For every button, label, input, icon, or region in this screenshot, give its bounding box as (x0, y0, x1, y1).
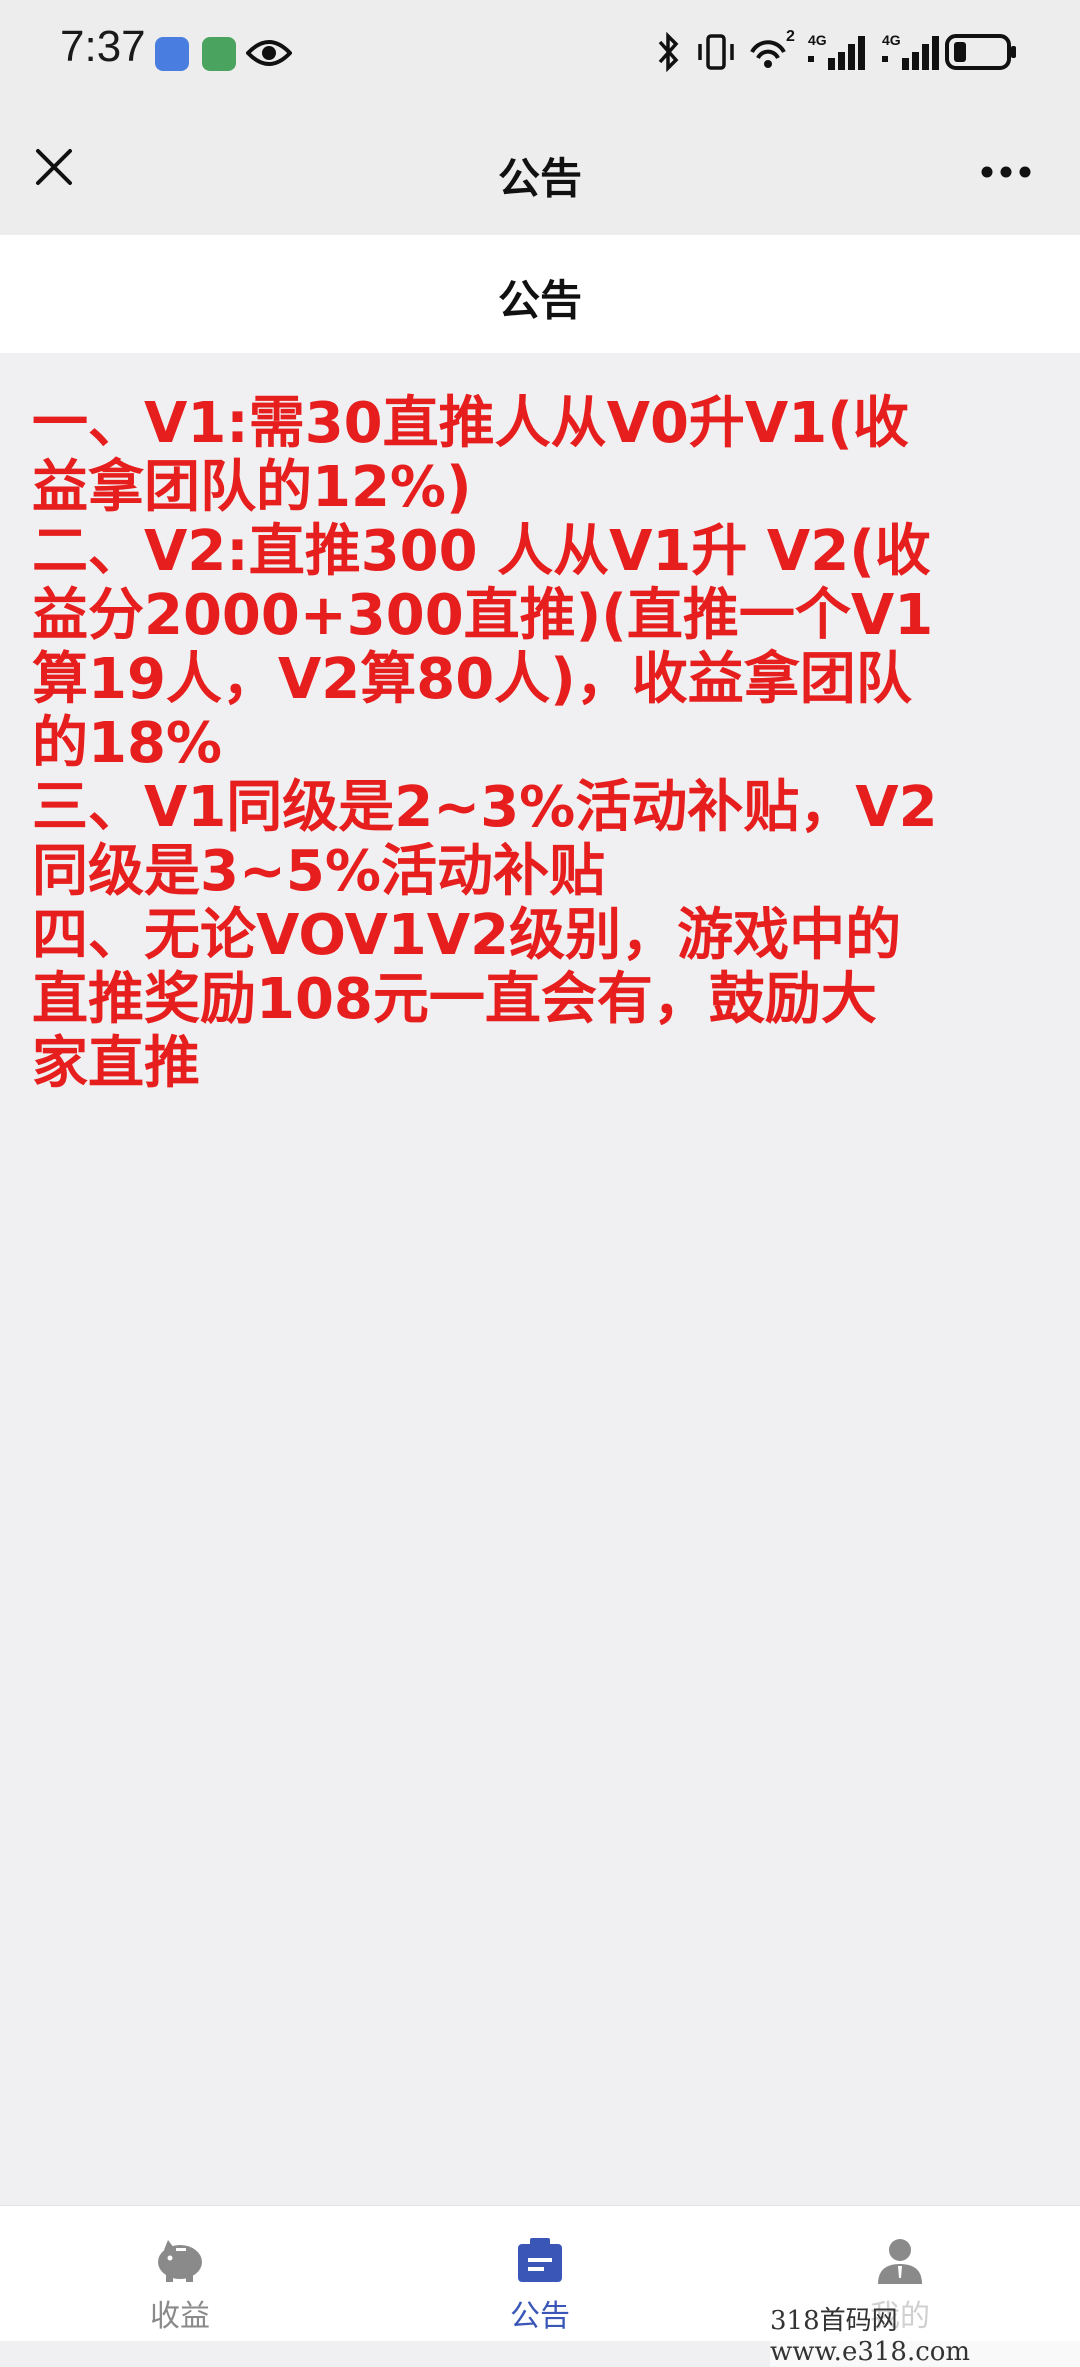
more-icon[interactable] (980, 165, 1032, 179)
watermark: 318首码网 www.e318.com (770, 2300, 1080, 2367)
app-blue-icon (155, 37, 189, 71)
notice-line: 算19人，V2算80人)，收益拿团队 (32, 647, 912, 712)
tab-notice[interactable]: 公告 (440, 2206, 640, 2341)
signal-icon (808, 36, 865, 70)
notice-line: 三、V1同级是2~3%活动补贴，V2 (32, 775, 938, 840)
battery-icon (945, 34, 1016, 70)
status-bar: 7:37 2 4G 4G (0, 0, 1080, 105)
signal-icon-2 (882, 36, 939, 70)
notice-line: 的18% (32, 711, 223, 776)
notice-line: 益分2000+300直推)(直推一个V1 (32, 583, 934, 648)
section-title: 公告 (497, 276, 582, 325)
piggy-bank-icon (158, 2240, 202, 2282)
notice-line: 二、V2:直推300 人从V1升 V2(收 (32, 519, 931, 584)
user-icon (878, 2239, 922, 2284)
status-time: 7:37 (60, 22, 146, 71)
notice-line: 一、V1:需30直推人从V0升V1(收 (32, 391, 909, 456)
notice-line: 家直推 (32, 1031, 200, 1096)
app-green-icon (202, 37, 236, 71)
bluetooth-icon (658, 31, 679, 73)
tab-income[interactable]: 收益 (80, 2206, 280, 2341)
notice-icon (518, 2238, 562, 2282)
notice-content: 一、V1:需30直推人从V0升V1(收 益拿团队的12%) 二、V2:直推300… (32, 392, 1052, 1096)
vibrate-icon (698, 34, 734, 70)
wifi-icon (750, 40, 786, 68)
eye-icon (246, 40, 292, 66)
page-title: 公告 (497, 154, 582, 203)
notice-line: 直推奖励108元一直会有，鼓励大 (32, 967, 877, 1032)
tab-income-label: 收益 (150, 2299, 210, 2334)
nav-bar: 公告 (0, 105, 1080, 235)
section-header: 公告 (0, 235, 1080, 353)
notice-line: 益拿团队的12%) (32, 455, 472, 520)
notice-line: 四、无论VOV1V2级别，游戏中的 (32, 903, 902, 968)
wifi-label: 2 (786, 28, 795, 45)
tab-notice-label: 公告 (510, 2299, 570, 2334)
notice-line: 同级是3~5%活动补贴 (32, 839, 605, 904)
